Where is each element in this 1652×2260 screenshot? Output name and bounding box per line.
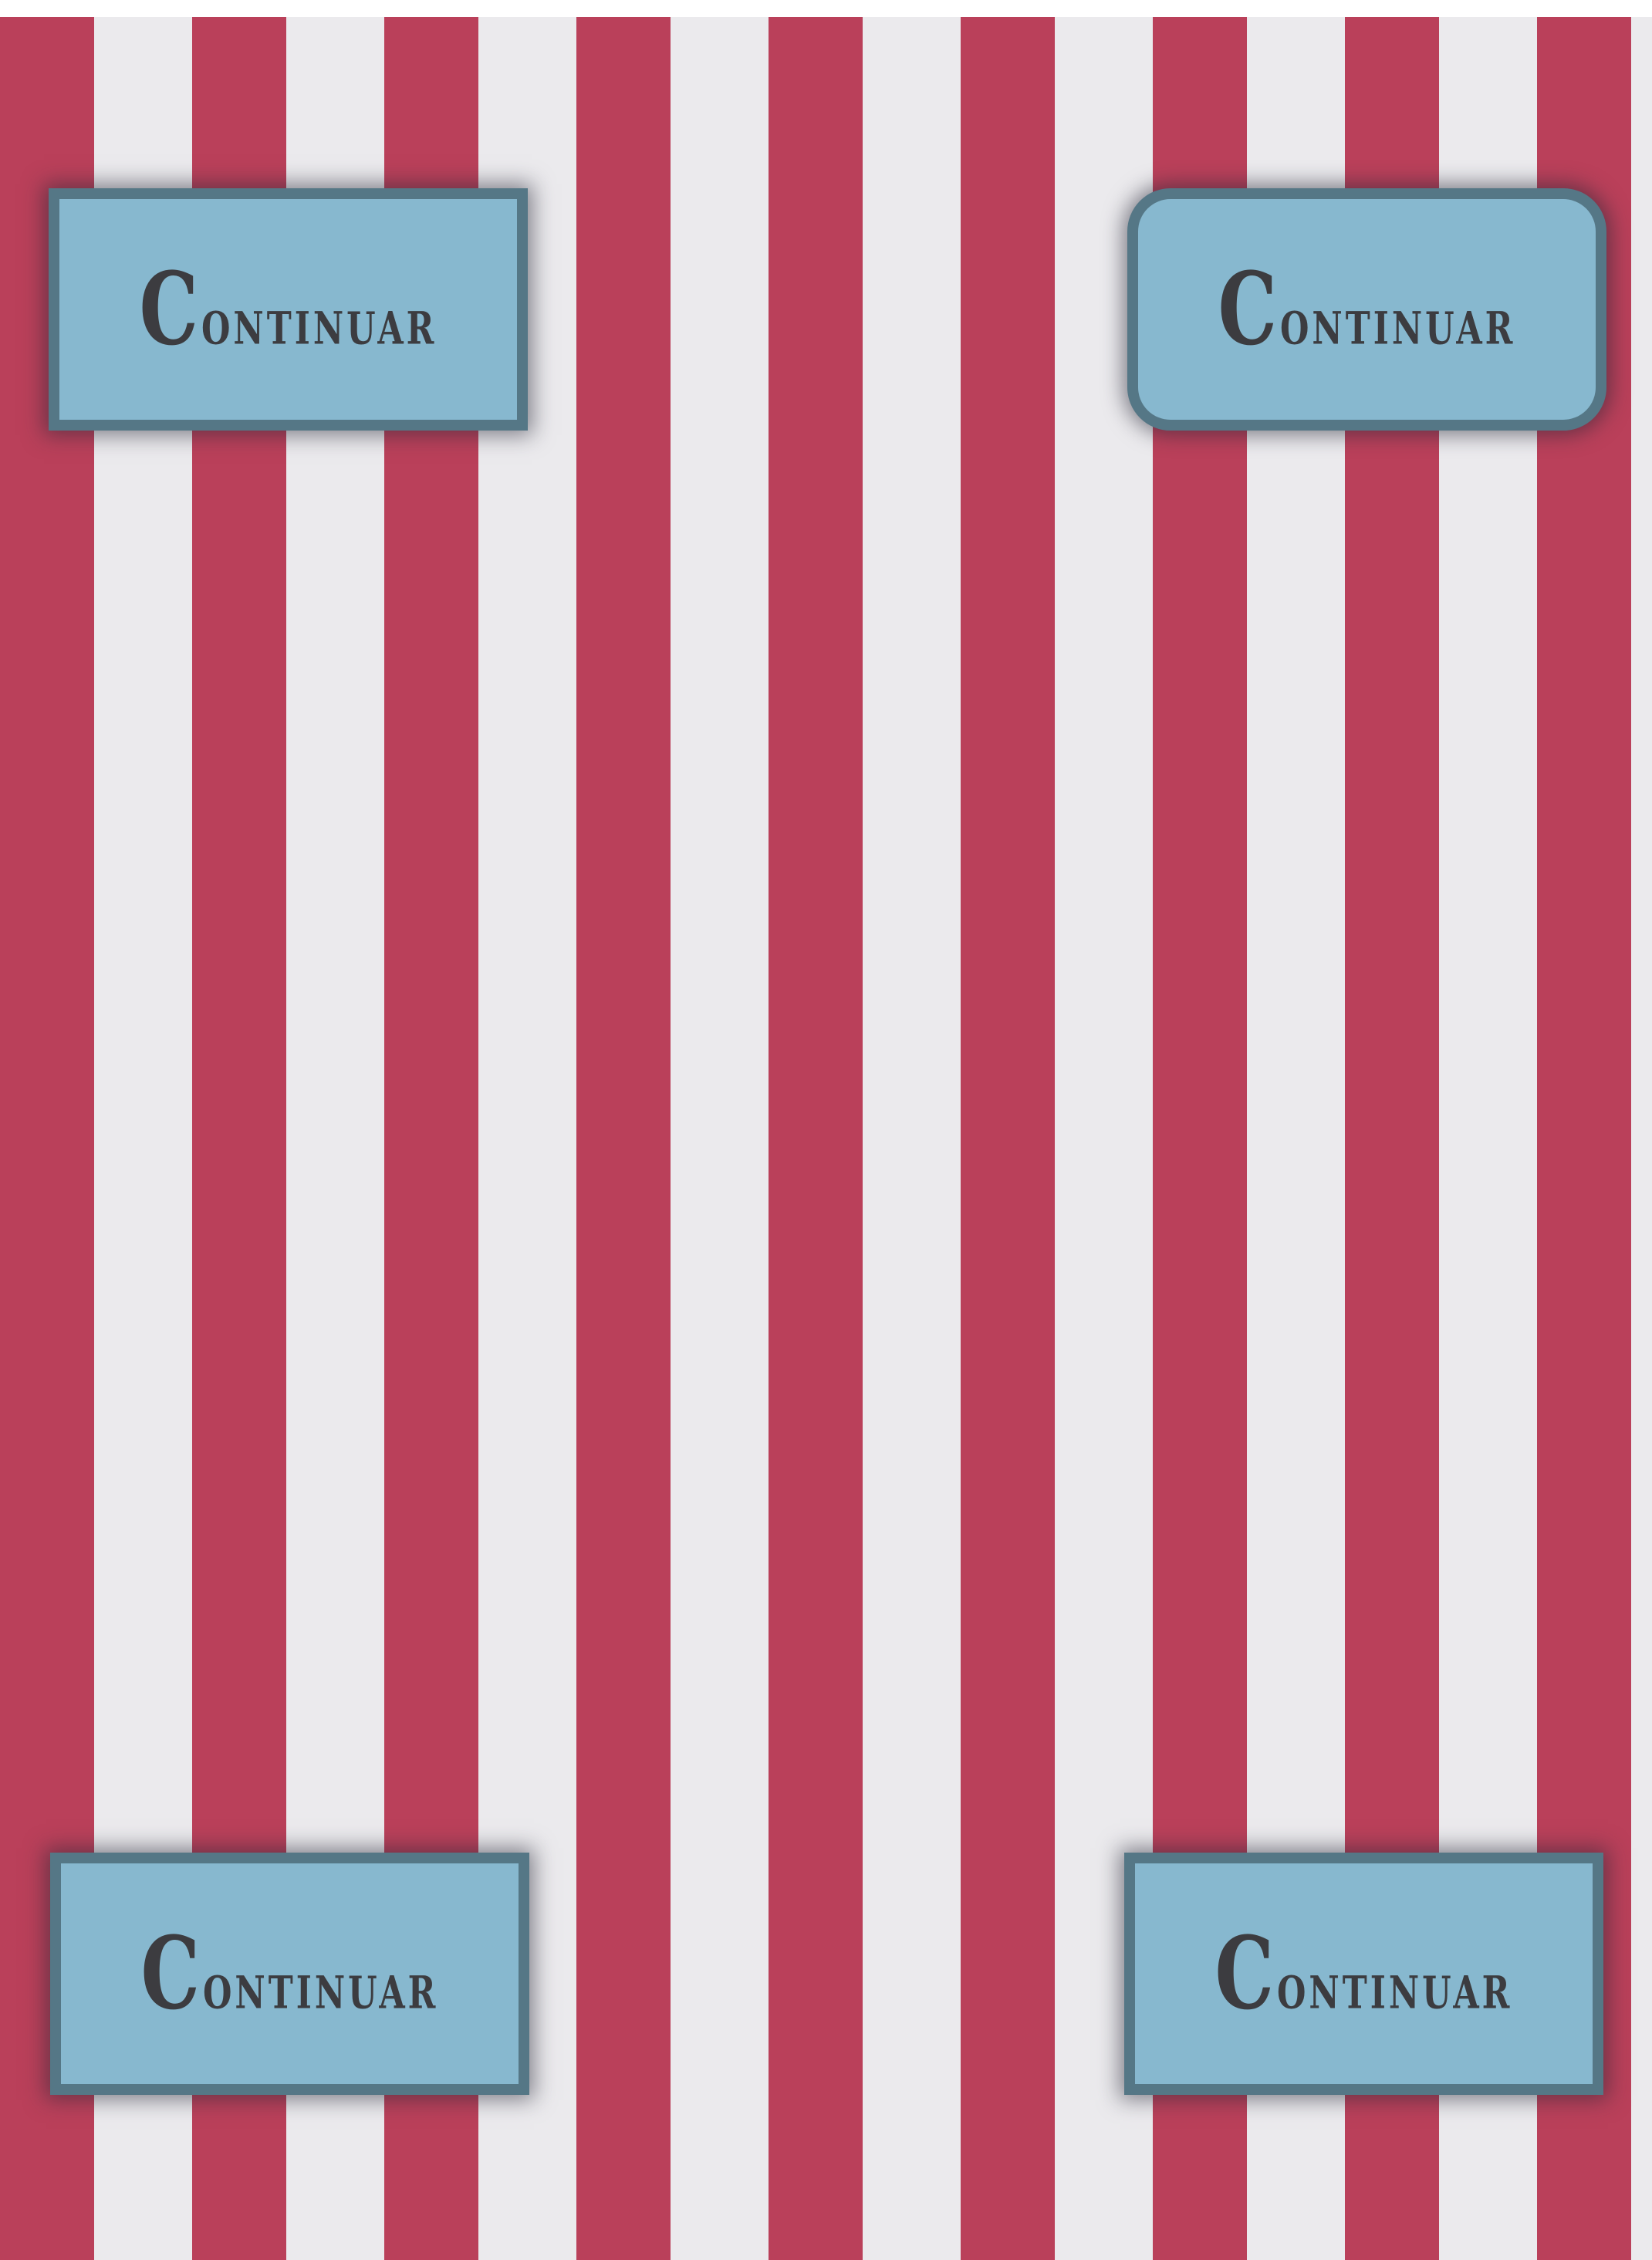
continue-button-top-left[interactable]: Continuar — [49, 188, 528, 431]
continue-button-label: Continuar — [139, 250, 437, 368]
continue-button-label: Continuar — [140, 1914, 439, 2032]
continue-button-top-right[interactable]: Continuar — [1127, 188, 1606, 431]
continue-button-label: Continuar — [1218, 250, 1516, 368]
continue-button-label: Continuar — [1215, 1914, 1513, 2032]
continue-button-bottom-right[interactable]: Continuar — [1124, 1853, 1603, 2095]
continue-button-bottom-left[interactable]: Continuar — [50, 1853, 529, 2095]
